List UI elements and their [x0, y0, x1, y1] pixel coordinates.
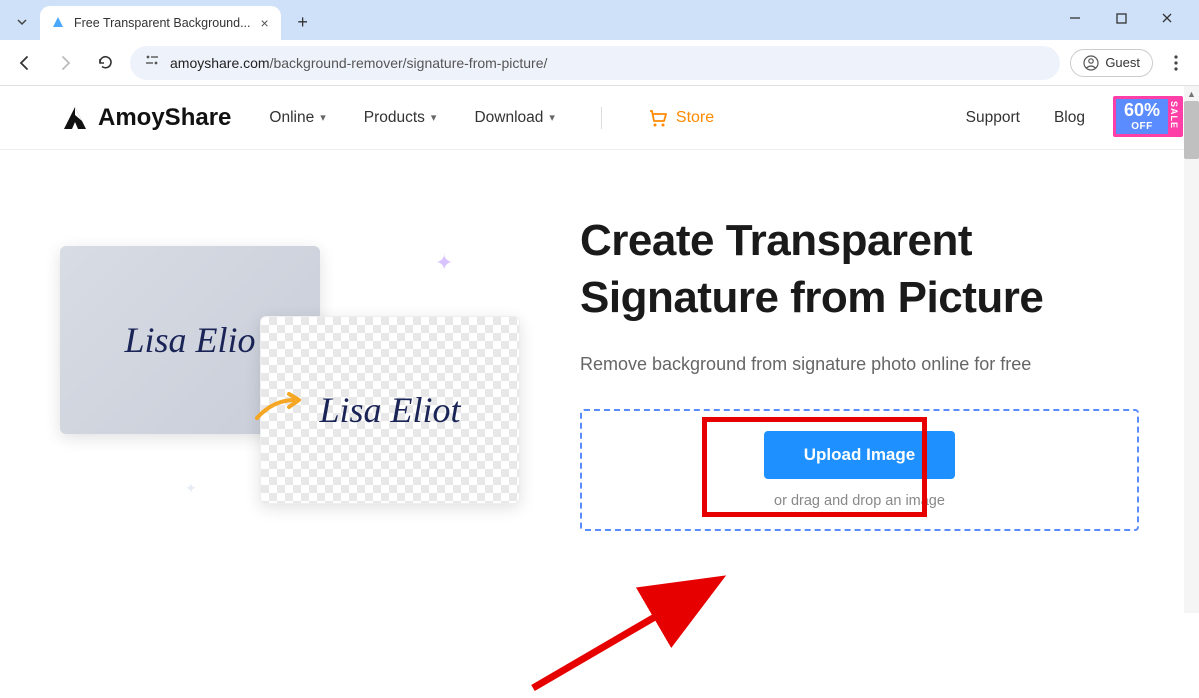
sparkle-icon: ✦ [435, 250, 453, 276]
forward-button[interactable] [50, 48, 80, 78]
upload-hint-text: or drag and drop an image [774, 493, 945, 509]
brand-name: AmoyShare [98, 104, 231, 132]
browser-toolbar: amoyshare.com/background-remover/signatu… [0, 40, 1199, 86]
guest-label: Guest [1105, 55, 1140, 70]
tabs-dropdown-button[interactable] [8, 8, 36, 36]
annotation-arrow-icon [513, 568, 733, 698]
signature-sample-text: Lisa Elio [124, 319, 255, 361]
logo-icon [60, 105, 90, 131]
chevron-down-icon: ▾ [320, 111, 326, 124]
nav-divider [601, 107, 602, 129]
nav-online[interactable]: Online ▾ [269, 109, 325, 127]
hero-section: ✦ ✦ Lisa Elio Lisa Eliot Create Transpar… [0, 150, 1199, 571]
sale-badge[interactable]: 60% OFF SALE [1113, 96, 1183, 137]
browser-tab[interactable]: Free Transparent Background... × [40, 6, 281, 40]
page-scrollbar[interactable]: ▲ [1184, 86, 1199, 613]
hero-content: Create Transparent Signature from Pictur… [580, 200, 1139, 531]
window-controls [1061, 4, 1191, 32]
page-subhead: Remove background from signature photo o… [580, 350, 1139, 379]
guest-icon [1083, 55, 1099, 71]
scrollbar-thumb[interactable] [1184, 101, 1199, 159]
profile-button[interactable]: Guest [1070, 49, 1153, 77]
upload-image-button[interactable]: Upload Image [764, 431, 955, 479]
address-bar[interactable]: amoyshare.com/background-remover/signatu… [130, 46, 1060, 80]
page-headline: Create Transparent Signature from Pictur… [580, 212, 1139, 326]
brand-logo[interactable]: AmoyShare [60, 104, 231, 132]
sparkle-icon: ✦ [185, 480, 197, 497]
hero-illustration: ✦ ✦ Lisa Elio Lisa Eliot [60, 200, 540, 530]
back-button[interactable] [10, 48, 40, 78]
tab-close-button[interactable]: × [258, 13, 270, 33]
sale-off-label: OFF [1124, 121, 1160, 132]
browser-tab-strip: Free Transparent Background... × + [0, 0, 1199, 40]
site-settings-icon[interactable] [144, 53, 160, 72]
close-window-button[interactable] [1153, 4, 1181, 32]
upload-dropzone[interactable]: Upload Image or drag and drop an image [580, 409, 1139, 531]
nav-support[interactable]: Support [966, 109, 1020, 127]
reload-button[interactable] [90, 48, 120, 78]
curve-arrow-icon [255, 392, 305, 422]
new-tab-button[interactable]: + [289, 8, 317, 36]
chevron-down-icon: ▾ [431, 111, 437, 124]
nav-store[interactable]: Store [648, 109, 714, 127]
tab-favicon-icon [50, 15, 66, 31]
sale-side-label: SALE [1168, 99, 1180, 134]
tab-title: Free Transparent Background... [74, 16, 250, 30]
browser-menu-button[interactable] [1163, 55, 1189, 71]
maximize-button[interactable] [1107, 4, 1135, 32]
nav-products[interactable]: Products ▾ [364, 109, 437, 127]
scroll-up-button[interactable]: ▲ [1184, 86, 1199, 101]
url-text: amoyshare.com/background-remover/signatu… [170, 55, 547, 71]
chevron-down-icon: ▾ [549, 111, 555, 124]
minimize-button[interactable] [1061, 4, 1089, 32]
cart-icon [648, 109, 668, 127]
site-header: AmoyShare Online ▾ Products ▾ Download ▾… [0, 86, 1199, 150]
signature-sample-text: Lisa Eliot [319, 389, 460, 431]
sale-percent: 60% [1124, 101, 1160, 121]
nav-download[interactable]: Download ▾ [474, 109, 554, 127]
nav-blog[interactable]: Blog [1054, 109, 1085, 127]
